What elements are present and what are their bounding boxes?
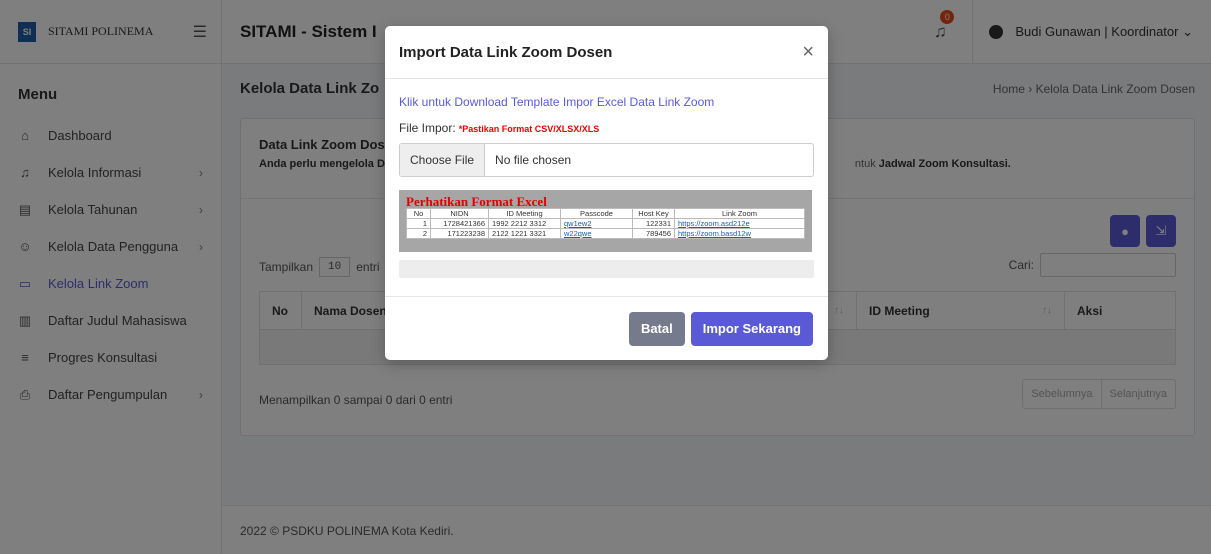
modal-footer: Batal Impor Sekarang	[385, 296, 828, 360]
modal-title: Import Data Link Zoom Dosen	[399, 43, 613, 61]
file-status: No file chosen	[495, 153, 572, 167]
download-template-link[interactable]: Klik untuk Download Template Impor Excel…	[399, 95, 814, 109]
choose-file-button[interactable]: Choose File	[400, 144, 486, 176]
close-icon[interactable]: ×	[802, 41, 814, 64]
format-row: 2 171223238 2122 1221 3321 w22qwe 789456…	[406, 228, 805, 239]
upload-progress-bar	[399, 260, 814, 278]
format-table: No NIDN ID Meeting Passcode Host Key Lin…	[406, 208, 805, 239]
file-label: File Impor: *Pastikan Format CSV/XLSX/XLS	[399, 121, 600, 135]
cancel-button[interactable]: Batal	[628, 311, 685, 346]
modal-header: Import Data Link Zoom Dosen ×	[385, 26, 828, 79]
import-modal: Import Data Link Zoom Dosen × Klik untuk…	[385, 26, 828, 360]
file-input[interactable]: Choose File No file chosen	[399, 143, 814, 177]
import-now-button[interactable]: Impor Sekarang	[690, 311, 813, 346]
format-example-image: Perhatikan Format Excel No NIDN ID Meeti…	[399, 190, 812, 252]
format-row: 1 1728421366 1992 2212 3312 qw1ew2 12233…	[406, 218, 805, 229]
modal-body: Klik untuk Download Template Impor Excel…	[385, 79, 828, 278]
file-format-note: *Pastikan Format CSV/XLSX/XLS	[458, 124, 600, 134]
format-header-row: No NIDN ID Meeting Passcode Host Key Lin…	[406, 208, 805, 219]
